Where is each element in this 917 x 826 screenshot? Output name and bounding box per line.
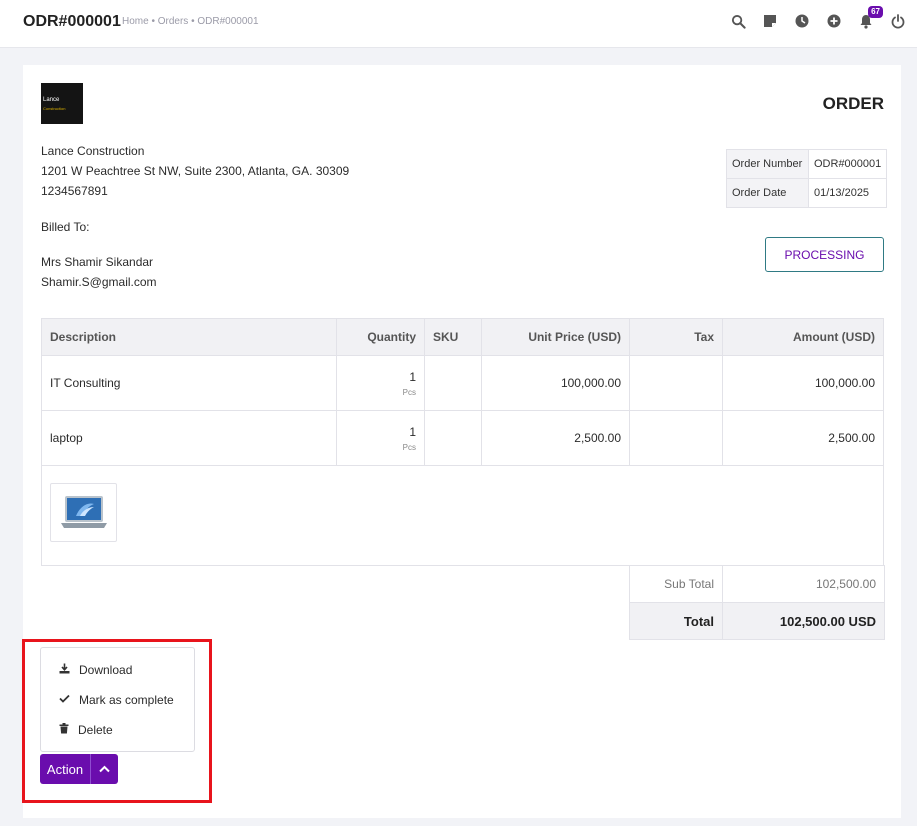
column-header-unit-price: Unit Price (USD) — [481, 318, 630, 356]
item-unit: Pcs — [402, 442, 416, 452]
action-button[interactable]: Action — [40, 754, 91, 784]
table-row: laptop 1 Pcs 2,500.00 2,500.00 — [41, 410, 884, 466]
item-quantity-cell: 1 Pcs — [336, 410, 425, 466]
billed-to-label: Billed To: — [41, 220, 90, 234]
item-quantity: 1 — [409, 424, 416, 439]
total-label: Total — [629, 602, 723, 640]
customer-info: Mrs Shamir Sikandar Shamir.S@gmail.com — [41, 252, 157, 292]
item-description: IT Consulting — [41, 355, 337, 411]
menu-item-label: Mark as complete — [79, 693, 174, 707]
menu-item-label: Download — [79, 663, 133, 677]
company-address: 1201 W Peachtree St NW, Suite 2300, Atla… — [41, 164, 350, 178]
menu-item-mark-complete[interactable]: Mark as complete — [59, 693, 174, 707]
subtotal-row: Sub Total 102,500.00 — [629, 565, 885, 603]
subtotal-label: Sub Total — [629, 565, 723, 603]
item-tax — [629, 355, 723, 411]
top-bar: ODR#000001 Home • Orders • ODR#000001 67 — [0, 0, 917, 48]
item-amount: 2,500.00 — [722, 410, 884, 466]
item-sku — [424, 355, 482, 411]
plus-circle-icon[interactable] — [825, 12, 843, 30]
clock-icon[interactable] — [793, 12, 811, 30]
column-header-tax: Tax — [629, 318, 723, 356]
column-header-quantity: Quantity — [336, 318, 425, 356]
order-date-label: Order Date — [726, 178, 809, 208]
order-meta-table: Order Number ODR#000001 Order Date 01/13… — [726, 149, 888, 208]
totals-table: Sub Total 102,500.00 Total 102,500.00 US… — [629, 565, 885, 640]
check-icon — [59, 693, 70, 707]
company-logo: Lance Construction — [41, 83, 83, 124]
order-number-row: Order Number ODR#000001 — [726, 149, 888, 179]
breadcrumb[interactable]: Home • Orders • ODR#000001 — [122, 16, 259, 27]
download-icon — [59, 663, 70, 677]
logo-subtext: Construction — [43, 106, 66, 111]
menu-item-delete[interactable]: Delete — [59, 723, 113, 737]
document-title: ORDER — [822, 94, 884, 113]
total-value: 102,500.00 USD — [722, 602, 885, 640]
power-icon[interactable] — [889, 12, 907, 30]
menu-item-download[interactable]: Download — [59, 663, 132, 677]
table-header-row: Description Quantity SKU Unit Price (USD… — [41, 318, 884, 356]
order-number-value: ODR#000001 — [807, 149, 888, 179]
menu-item-label: Delete — [78, 723, 113, 737]
logo-text: Lance — [43, 97, 60, 103]
action-dropdown-toggle[interactable] — [91, 754, 118, 784]
column-header-description: Description — [41, 318, 337, 356]
action-dropdown-menu: Download Mark as complete Delete — [40, 647, 195, 752]
note-icon[interactable] — [761, 12, 779, 30]
toolbar-icons: 67 — [729, 6, 907, 30]
status-badge: PROCESSING — [765, 237, 884, 272]
customer-email: Shamir.S@gmail.com — [41, 275, 157, 289]
item-sku — [424, 410, 482, 466]
item-tax — [629, 410, 723, 466]
item-description: laptop — [41, 410, 337, 466]
total-row: Total 102,500.00 USD — [629, 602, 885, 640]
order-number-label: Order Number — [726, 149, 809, 179]
page-title: ODR#000001 — [23, 13, 121, 30]
laptop-thumbnail[interactable] — [50, 483, 117, 542]
subtotal-value: 102,500.00 — [722, 565, 885, 603]
image-cell — [41, 465, 884, 566]
trash-icon — [59, 723, 69, 737]
item-quantity-cell: 1 Pcs — [336, 355, 425, 411]
notification-badge: 67 — [868, 6, 883, 18]
company-phone: 1234567891 — [41, 184, 108, 198]
search-icon[interactable] — [729, 12, 747, 30]
action-button-group: Action — [40, 754, 118, 784]
item-quantity: 1 — [409, 369, 416, 384]
order-date-row: Order Date 01/13/2025 — [726, 178, 888, 208]
table-row: IT Consulting 1 Pcs 100,000.00 100,000.0… — [41, 355, 884, 411]
column-header-sku: SKU — [424, 318, 482, 356]
customer-name: Mrs Shamir Sikandar — [41, 255, 154, 269]
image-row — [41, 465, 884, 566]
company-name: Lance Construction — [41, 144, 145, 158]
item-unit-price: 2,500.00 — [481, 410, 630, 466]
item-unit-price: 100,000.00 — [481, 355, 630, 411]
item-unit: Pcs — [402, 387, 416, 397]
column-header-amount: Amount (USD) — [722, 318, 884, 356]
line-items-table: Description Quantity SKU Unit Price (USD… — [41, 318, 884, 566]
order-date-value: 01/13/2025 — [807, 178, 888, 208]
chevron-up-icon — [99, 765, 110, 773]
item-amount: 100,000.00 — [722, 355, 884, 411]
bell-icon[interactable]: 67 — [857, 6, 883, 30]
company-info: Lance Construction 1201 W Peachtree St N… — [41, 141, 349, 201]
